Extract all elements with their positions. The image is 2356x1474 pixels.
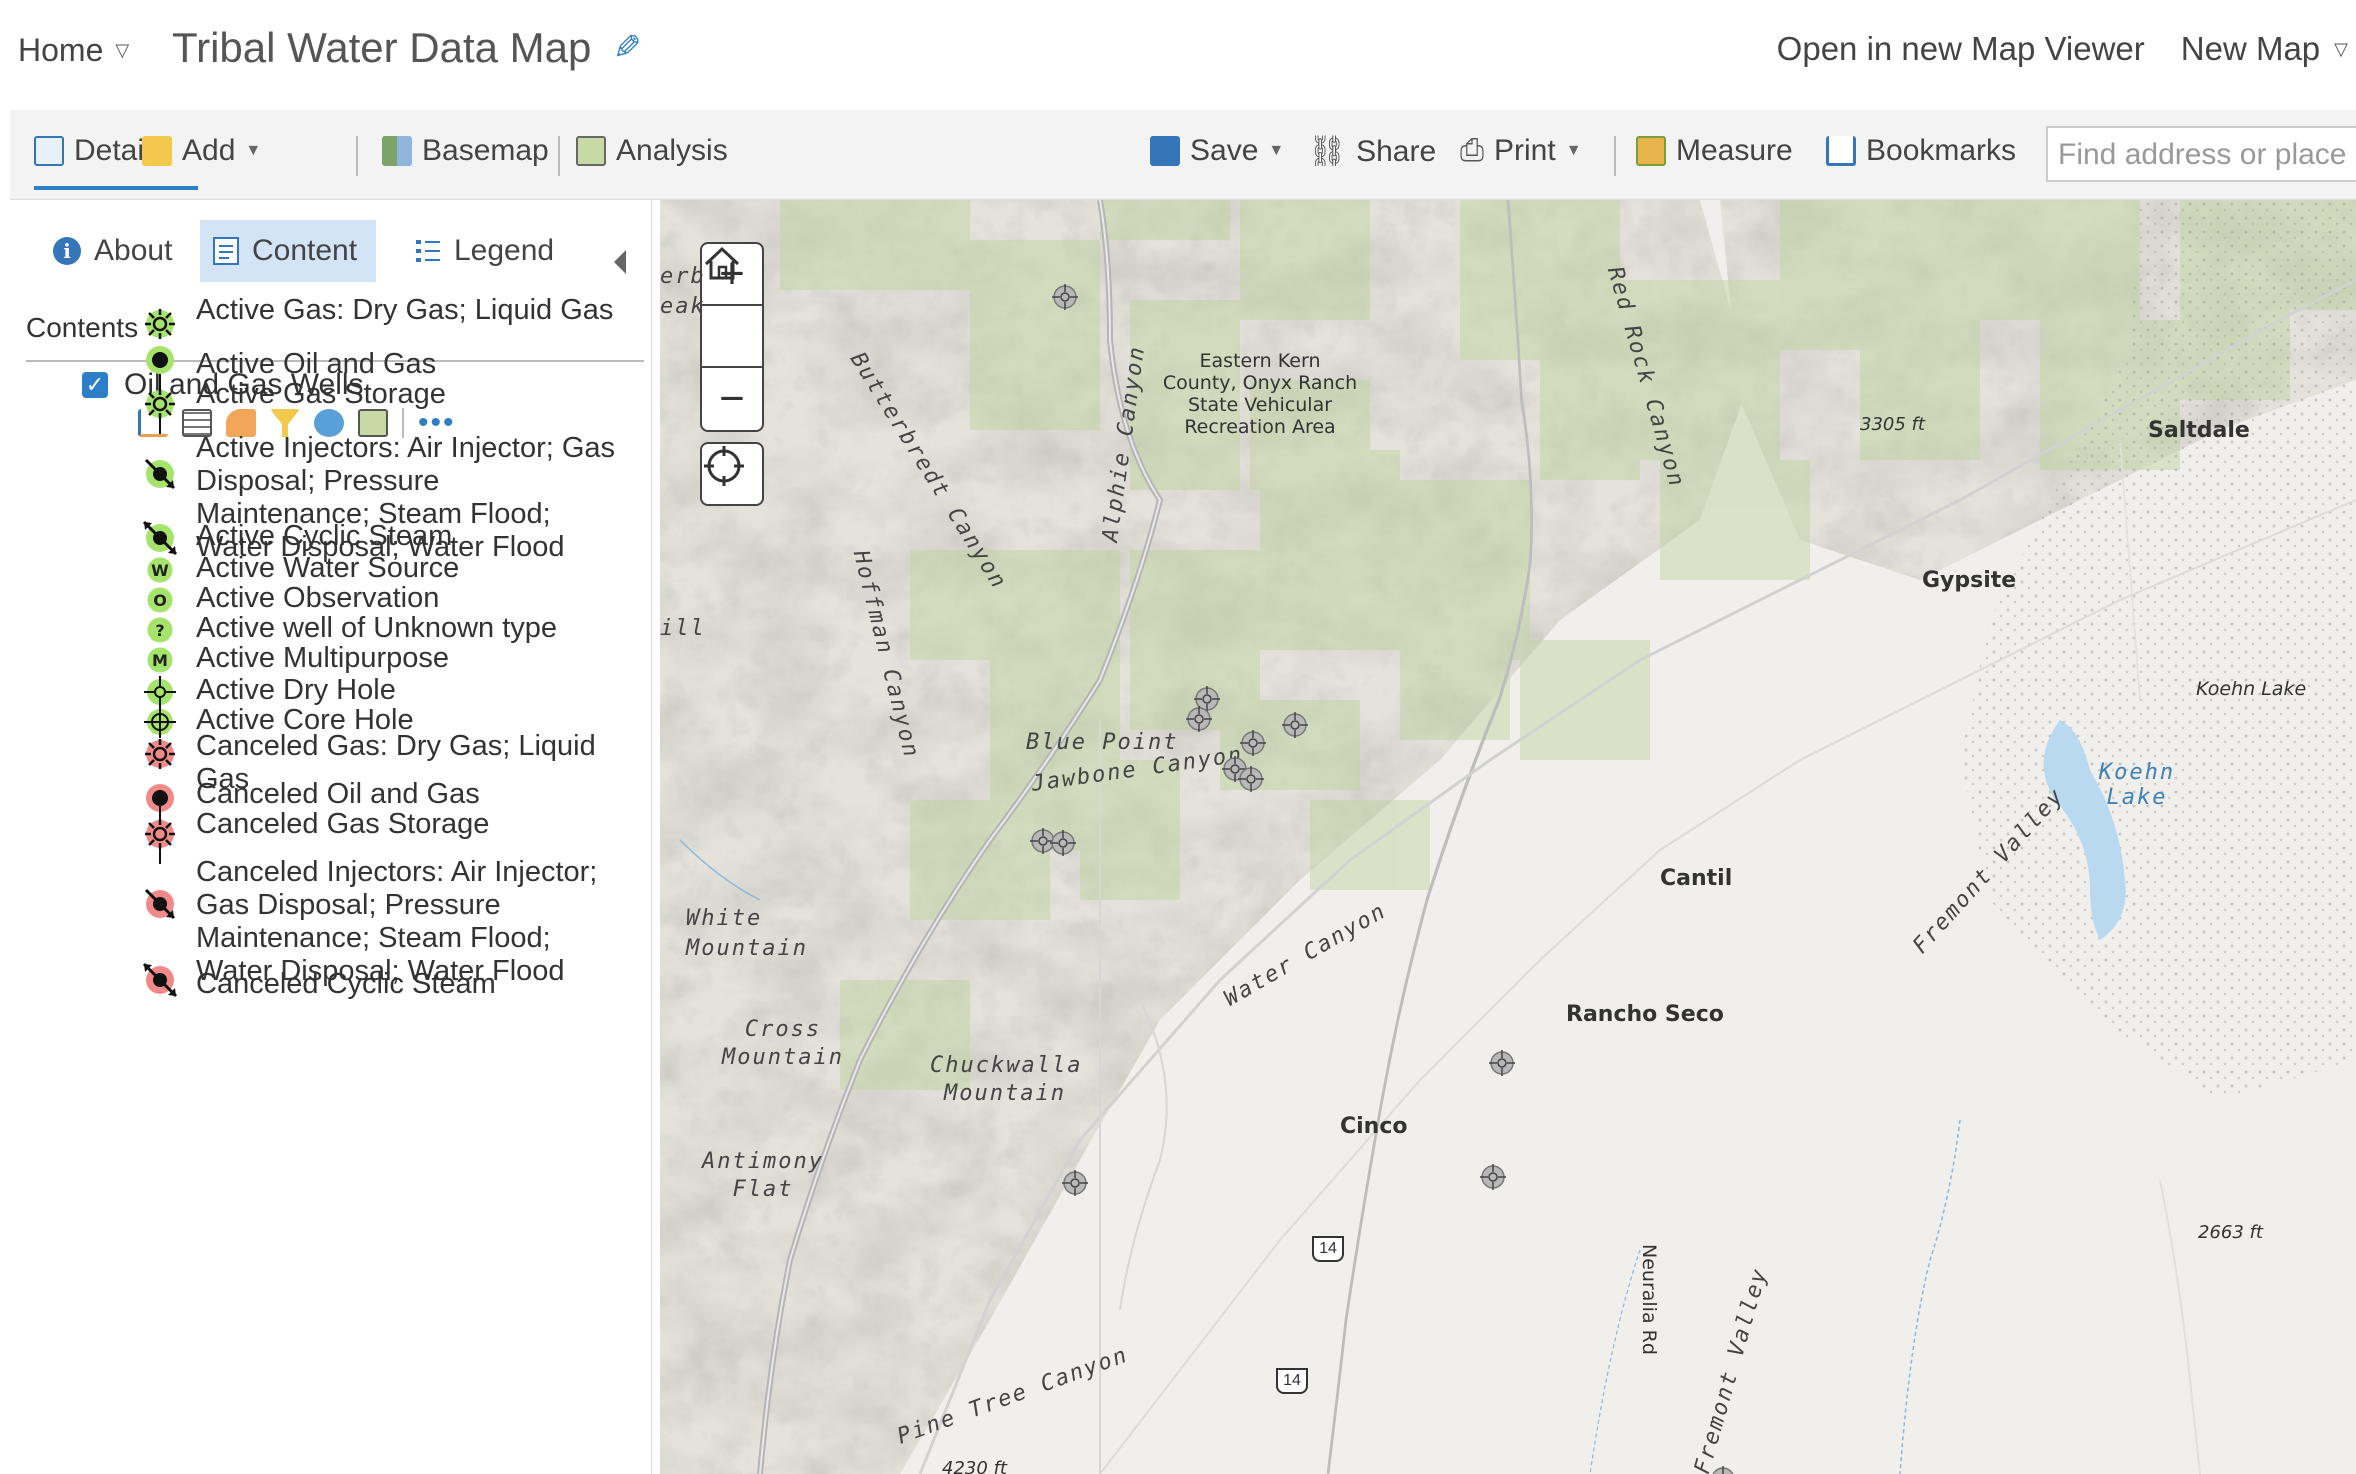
top-header: Home ▽ Tribal Water Data Map ✎ Open in n… — [0, 0, 2356, 104]
svg-text:?: ? — [155, 621, 164, 640]
legend-label: Canceled Gas Storage — [196, 808, 490, 840]
new-map-label[interactable]: New Map — [2181, 30, 2320, 68]
legend-label: Active Oil and Gas — [196, 348, 437, 380]
bookmarks-label: Bookmarks — [1866, 134, 2017, 167]
legend-label: Active Dry Hole — [196, 674, 396, 706]
svg-text:O: O — [153, 591, 167, 610]
details-icon — [34, 136, 64, 166]
measure-button[interactable]: Measure — [1636, 134, 1793, 168]
toolbar-divider — [558, 136, 560, 176]
edit-pencil-icon[interactable]: ✎ — [613, 28, 642, 68]
save-icon — [1150, 136, 1180, 166]
link-icon: ⛓ — [1308, 135, 1347, 168]
new-map-menu[interactable]: New Map ▽ — [2181, 30, 2356, 68]
well-symbol-icon — [140, 734, 180, 774]
add-icon — [142, 136, 172, 166]
main-toolbar: Details Add ▼ Basemap Analysis Save ▼ ⛓ … — [10, 110, 2356, 200]
svg-text:W: W — [151, 561, 169, 580]
well-symbol-icon — [140, 960, 180, 1000]
ruler-icon — [1636, 136, 1666, 166]
chevron-down-icon[interactable]: ▽ — [2334, 39, 2348, 60]
well-marker[interactable] — [1236, 764, 1266, 794]
well-symbol-icon — [140, 884, 180, 924]
measure-label: Measure — [1676, 134, 1793, 167]
basemap-button[interactable]: Basemap — [382, 134, 549, 168]
chevron-down-icon[interactable]: ▽ — [115, 40, 129, 61]
legend-label: Active Gas: Dry Gas; Liquid Gas — [196, 294, 614, 326]
legend-label: Canceled Cyclic Steam — [196, 968, 496, 1000]
well-marker[interactable] — [1184, 704, 1214, 734]
details-panel: i About Content Legend Contents ✓ Oil an… — [10, 200, 652, 1474]
legend-label: Active Gas Storage — [196, 378, 446, 410]
legend-label: Active Cyclic Steam — [196, 520, 453, 552]
print-button[interactable]: ⎙ Print ▼ — [1460, 134, 1582, 168]
basemap-label: Basemap — [422, 134, 549, 167]
chevron-down-icon: ▼ — [245, 142, 262, 159]
search-input[interactable]: Find address or place — [2046, 126, 2356, 182]
map-view[interactable]: + − erb eak ill Butterbredt Canyon Alphi… — [660, 200, 2356, 1474]
toolbar-divider — [356, 136, 358, 176]
analysis-icon — [576, 136, 606, 166]
svg-text:M: M — [152, 651, 168, 670]
well-symbol-icon — [140, 804, 180, 864]
well-marker[interactable] — [1050, 282, 1080, 312]
well-marker[interactable] — [1478, 1162, 1508, 1192]
well-symbol-icon — [140, 374, 180, 434]
well-symbol-icon — [140, 454, 180, 494]
legend-label: Active Observation — [196, 582, 440, 614]
details-active-indicator — [34, 186, 198, 190]
bookmarks-button[interactable]: Bookmarks — [1826, 134, 2016, 168]
header-actions: Open in new Map Viewer New Map ▽ — [1777, 30, 2356, 68]
well-marker[interactable] — [1708, 1464, 1738, 1474]
well-points — [660, 200, 2356, 1474]
well-marker[interactable] — [1280, 710, 1310, 740]
printer-icon: ⎙ — [1460, 134, 1484, 167]
open-new-viewer-link[interactable]: Open in new Map Viewer — [1777, 30, 2145, 68]
share-button[interactable]: ⛓ Share — [1308, 134, 1436, 169]
chevron-down-icon: ▼ — [1565, 142, 1582, 159]
toolbar-divider — [1614, 136, 1616, 176]
analysis-label: Analysis — [616, 134, 728, 167]
legend-label: Active well of Unknown type — [196, 612, 558, 644]
add-button[interactable]: Add ▼ — [142, 134, 261, 168]
well-marker[interactable] — [1048, 828, 1078, 858]
bookmark-icon — [1826, 136, 1856, 166]
add-label: Add — [182, 134, 236, 167]
legend-label: Active Multipurpose — [196, 642, 450, 674]
share-label: Share — [1356, 134, 1437, 168]
print-label: Print — [1494, 134, 1556, 167]
well-symbol-icon — [140, 304, 180, 344]
home-menu[interactable]: Home ▽ — [18, 32, 129, 69]
well-marker[interactable] — [1060, 1168, 1090, 1198]
analysis-button[interactable]: Analysis — [576, 134, 728, 168]
legend-list: Active Gas: Dry Gas; Liquid Gas Active Oi… — [10, 200, 650, 1474]
chevron-down-icon: ▼ — [1268, 142, 1285, 159]
legend-label: Active Water Source — [196, 552, 460, 584]
basemap-icon — [382, 136, 412, 166]
save-label: Save — [1190, 134, 1259, 167]
page-title: Tribal Water Data Map ✎ — [172, 24, 642, 72]
map-title-text: Tribal Water Data Map — [172, 24, 592, 71]
home-label[interactable]: Home — [18, 32, 103, 69]
save-button[interactable]: Save ▼ — [1150, 134, 1284, 168]
well-marker[interactable] — [1487, 1048, 1517, 1078]
legend-label: Canceled Oil and Gas — [196, 778, 480, 810]
